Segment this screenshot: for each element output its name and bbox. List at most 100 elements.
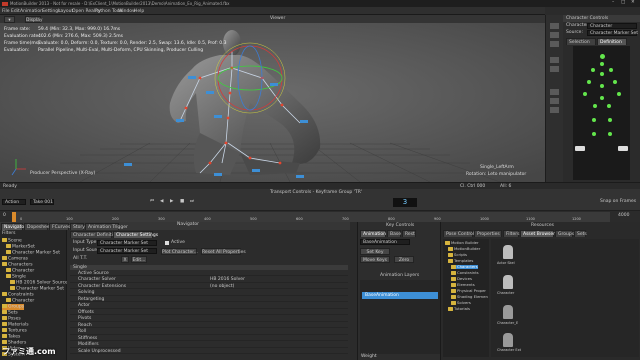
tab-selection[interactable]: Selection bbox=[566, 38, 596, 45]
tree-item[interactable]: Characters bbox=[2, 262, 33, 268]
resource-tree-item[interactable]: Templates bbox=[448, 259, 473, 263]
snap-mode[interactable]: Snap on Frames bbox=[600, 199, 636, 205]
knee-r-node[interactable] bbox=[608, 118, 612, 122]
tab-sets[interactable]: Sets bbox=[574, 230, 587, 237]
resource-tree-item[interactable]: MotionBuilder bbox=[448, 247, 480, 251]
tree-item[interactable]: Groups bbox=[2, 304, 25, 310]
tree-item[interactable]: HB 2016 Solver Source bbox=[10, 280, 68, 286]
input-source-select[interactable]: Character Marker Set bbox=[97, 248, 157, 254]
tab-rest[interactable]: Rest bbox=[402, 230, 416, 237]
layer-row[interactable]: BaseAnimation bbox=[362, 292, 438, 299]
tab-dopesheet[interactable]: Dopesheet bbox=[24, 223, 51, 230]
tab-groups[interactable]: Groups bbox=[555, 230, 574, 237]
go-end-icon[interactable]: ⏭ bbox=[190, 199, 194, 205]
resource-tree-item[interactable]: Motion Builder bbox=[445, 241, 479, 245]
filters-label[interactable]: Filters bbox=[2, 231, 16, 237]
tree-item[interactable]: Textures bbox=[2, 328, 27, 334]
timeline-track[interactable]: 0 100 200 300 400 500 600 700 800 900 10… bbox=[12, 212, 610, 222]
timeline-start[interactable]: 0 bbox=[3, 213, 6, 219]
tab-definition[interactable]: Definition bbox=[597, 38, 627, 45]
tab-properties[interactable]: Properties bbox=[474, 230, 502, 237]
plot-character-button[interactable]: Plot Character... bbox=[161, 248, 198, 255]
tree-item[interactable]: Character Marker Set bbox=[10, 286, 64, 292]
tree-item[interactable]: Poses bbox=[2, 316, 21, 322]
hand-r-node[interactable] bbox=[617, 92, 621, 96]
tree-item[interactable]: Cameras bbox=[2, 256, 28, 262]
foot-l-node[interactable] bbox=[592, 132, 596, 136]
property-row[interactable]: Retargeting bbox=[70, 297, 348, 302]
close-icon[interactable]: ✕ bbox=[631, 0, 635, 6]
property-row[interactable]: Character Extensions (no object) bbox=[70, 284, 348, 289]
property-row[interactable]: Scale Unprocessed bbox=[70, 349, 348, 354]
tab-character-settings[interactable]: Character Settings bbox=[113, 231, 158, 238]
light-icon[interactable] bbox=[550, 98, 559, 104]
actor-skeleton-icon[interactable] bbox=[503, 245, 513, 259]
tab-story[interactable]: Story bbox=[70, 223, 85, 230]
tree-item[interactable]: Character bbox=[6, 268, 34, 274]
translate-icon[interactable] bbox=[550, 23, 559, 29]
viewer-3d[interactable]: Frame rate: 59.4 (Min: 32.3, Max: 999.0)… bbox=[0, 23, 545, 182]
resource-tree-item[interactable]: Tutorials bbox=[448, 307, 470, 311]
resource-tree-item[interactable]: Solvers bbox=[451, 301, 471, 305]
timeline-end[interactable]: 4000 bbox=[618, 213, 629, 219]
neck-node[interactable] bbox=[600, 62, 604, 66]
pivot-icon[interactable] bbox=[550, 57, 559, 63]
base-animation-select[interactable]: BaseAnimation bbox=[360, 239, 410, 245]
property-row[interactable]: Modifiers bbox=[70, 342, 348, 348]
character-figure[interactable] bbox=[573, 46, 630, 180]
tab-animation-trigger[interactable]: Animation Trigger bbox=[85, 223, 128, 230]
character-select[interactable]: Character bbox=[587, 23, 637, 29]
thigh-l-node[interactable] bbox=[593, 104, 597, 108]
shoulder-r-node[interactable] bbox=[609, 68, 613, 72]
chest-node[interactable] bbox=[600, 72, 604, 76]
property-row[interactable]: Solving bbox=[70, 290, 348, 296]
tab-character-definition[interactable]: Character Definition bbox=[70, 231, 118, 238]
elbow-l-node[interactable] bbox=[587, 80, 591, 84]
scale-icon[interactable] bbox=[550, 41, 559, 47]
tree-item[interactable]: Scene bbox=[2, 238, 22, 244]
move-keys-button[interactable]: Move Keys bbox=[360, 256, 390, 263]
tree-item[interactable]: Takes bbox=[2, 334, 20, 340]
menu-file[interactable]: File bbox=[2, 9, 10, 14]
viewer-menu-button[interactable]: ▾ bbox=[4, 16, 15, 23]
property-row[interactable]: Stiffness bbox=[70, 336, 348, 341]
resource-tree-item[interactable]: Devices bbox=[451, 277, 472, 281]
property-row[interactable]: Character Solver HB 2016 Solver bbox=[70, 277, 348, 283]
display-button[interactable]: Display bbox=[25, 16, 43, 23]
character-ext-icon[interactable] bbox=[503, 333, 513, 347]
tree-item[interactable]: Character bbox=[6, 298, 34, 304]
tree-item[interactable]: Character Marker Set bbox=[6, 250, 60, 256]
timeline[interactable]: 0 4000 0 100 200 300 400 500 600 700 800… bbox=[0, 210, 640, 222]
play-icon[interactable]: ▶ bbox=[170, 199, 173, 205]
reset-all-properties-button[interactable]: Reset All Properties bbox=[201, 248, 246, 255]
take-select[interactable]: Take 001 bbox=[30, 199, 54, 205]
resource-tree-item[interactable]: Elements bbox=[451, 283, 475, 287]
menu-edit[interactable]: Edit bbox=[11, 9, 20, 14]
foot-r-node[interactable] bbox=[608, 132, 612, 136]
knee-l-node[interactable] bbox=[592, 118, 596, 122]
maximize-icon[interactable]: □ bbox=[621, 0, 625, 6]
tree-item[interactable]: MarkerSet bbox=[6, 244, 35, 250]
hand-icon[interactable] bbox=[575, 146, 585, 151]
tab-filters[interactable]: Filters bbox=[503, 230, 520, 237]
property-row[interactable]: Offsets bbox=[70, 310, 348, 315]
shoulder-l-node[interactable] bbox=[591, 68, 595, 72]
tab-pose-controls[interactable]: Pose Controls bbox=[443, 230, 476, 237]
active-checkbox[interactable] bbox=[165, 241, 169, 245]
resource-tree-item[interactable]: Shading Elemen bbox=[451, 295, 488, 299]
xray-icon[interactable] bbox=[550, 107, 559, 113]
property-row[interactable]: Roll bbox=[70, 329, 348, 335]
snap-icon[interactable] bbox=[550, 66, 559, 72]
step-back-icon[interactable]: ◀ bbox=[160, 199, 163, 205]
tree-item[interactable]: Sets bbox=[2, 310, 18, 316]
tree-item[interactable]: Single bbox=[6, 274, 26, 280]
input-type-select[interactable]: Character Marker Set bbox=[97, 240, 157, 246]
zero-button[interactable]: Zero bbox=[394, 256, 414, 263]
menu-help[interactable]: Help bbox=[134, 9, 144, 14]
resource-tree-item[interactable]: Characters bbox=[451, 265, 478, 269]
character-extension-icon[interactable] bbox=[503, 305, 513, 319]
property-group-header[interactable]: Single bbox=[70, 265, 348, 270]
set-key-button[interactable]: Set Key bbox=[360, 248, 390, 255]
resource-tree-item[interactable]: Constraints bbox=[451, 271, 479, 275]
hips-node[interactable] bbox=[600, 96, 604, 100]
